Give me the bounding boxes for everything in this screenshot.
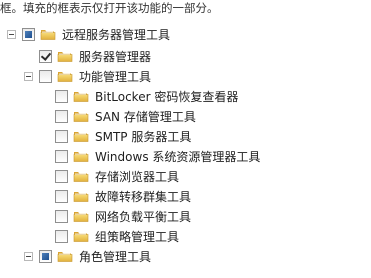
- checkbox-group-policy-tools[interactable]: [55, 229, 68, 243]
- folder-icon: [57, 249, 73, 263]
- tree-node-storage-explorer[interactable]: 存储浏览器工具: [0, 166, 371, 186]
- folder-icon: [57, 69, 73, 83]
- folder-icon: [73, 229, 89, 243]
- tree-node-remote-admin-tools[interactable]: 远程服务器管理工具: [0, 22, 371, 46]
- checkbox-bitlocker-viewer[interactable]: [55, 89, 68, 103]
- tree-node-windows-resource-manager[interactable]: Windows 系统资源管理器工具: [0, 146, 371, 166]
- collapse-toggle[interactable]: [24, 251, 33, 261]
- checkbox-smtp-server-tools[interactable]: [55, 129, 68, 143]
- tree-node-smtp-server-tools[interactable]: SMTP 服务器工具: [0, 126, 371, 146]
- tree-node-bitlocker-viewer[interactable]: BitLocker 密码恢复查看器: [0, 86, 371, 106]
- tree-node-failover-cluster-tools[interactable]: 故障转移群集工具: [0, 186, 371, 206]
- checkbox-server-manager[interactable]: [39, 49, 52, 63]
- instruction-text: 框。填充的框表示仅打开该功能的一部分。: [0, 1, 219, 15]
- tree-node-san-storage-tools[interactable]: SAN 存储管理工具: [0, 106, 371, 126]
- tree-node-label: 远程服务器管理工具: [62, 27, 171, 42]
- tree-node-label: 故障转移群集工具: [95, 189, 192, 204]
- folder-icon: [73, 209, 89, 223]
- tree-node-label: BitLocker 密码恢复查看器: [95, 89, 239, 104]
- tree-node-label: 网络负载平衡工具: [95, 209, 192, 224]
- tree-node-label: 存储浏览器工具: [95, 169, 180, 184]
- checkbox-role-admin-tools[interactable]: [39, 249, 52, 263]
- tree-node-group-policy-tools[interactable]: 组策略管理工具: [0, 226, 371, 246]
- collapse-toggle[interactable]: [7, 29, 16, 39]
- tree-node-label: Windows 系统资源管理器工具: [95, 149, 261, 164]
- checkbox-remote-admin-tools[interactable]: [22, 27, 35, 41]
- folder-icon: [73, 129, 89, 143]
- tree-node-server-manager[interactable]: 服务器管理器: [0, 46, 371, 66]
- folder-icon: [73, 149, 89, 163]
- tree-node-label: 服务器管理器: [79, 49, 152, 64]
- feature-tree: 远程服务器管理工具 服务器管理器 功能管理工具 BitLocker 密码恢复查看…: [0, 22, 371, 266]
- tree-node-role-admin-tools[interactable]: 角色管理工具: [0, 246, 371, 266]
- folder-icon: [73, 89, 89, 103]
- collapse-toggle[interactable]: [24, 71, 33, 81]
- tree-node-label: 组策略管理工具: [95, 229, 180, 244]
- folder-icon: [57, 49, 73, 63]
- checkbox-failover-cluster-tools[interactable]: [55, 189, 68, 203]
- folder-icon: [73, 189, 89, 203]
- tree-node-label: 功能管理工具: [79, 69, 152, 84]
- folder-icon: [73, 109, 89, 123]
- checkbox-feature-admin-tools[interactable]: [39, 69, 52, 83]
- checkbox-windows-resource-manager[interactable]: [55, 149, 68, 163]
- tree-node-nlb-tools[interactable]: 网络负载平衡工具: [0, 206, 371, 226]
- folder-icon: [73, 169, 89, 183]
- tree-node-label: SMTP 服务器工具: [95, 129, 192, 144]
- checkbox-nlb-tools[interactable]: [55, 209, 68, 223]
- tree-node-feature-admin-tools[interactable]: 功能管理工具: [0, 66, 371, 86]
- checkbox-storage-explorer[interactable]: [55, 169, 68, 183]
- tree-node-label: 角色管理工具: [79, 249, 152, 264]
- folder-icon: [40, 27, 56, 41]
- tree-node-label: SAN 存储管理工具: [95, 109, 196, 124]
- checkbox-san-storage-tools[interactable]: [55, 109, 68, 123]
